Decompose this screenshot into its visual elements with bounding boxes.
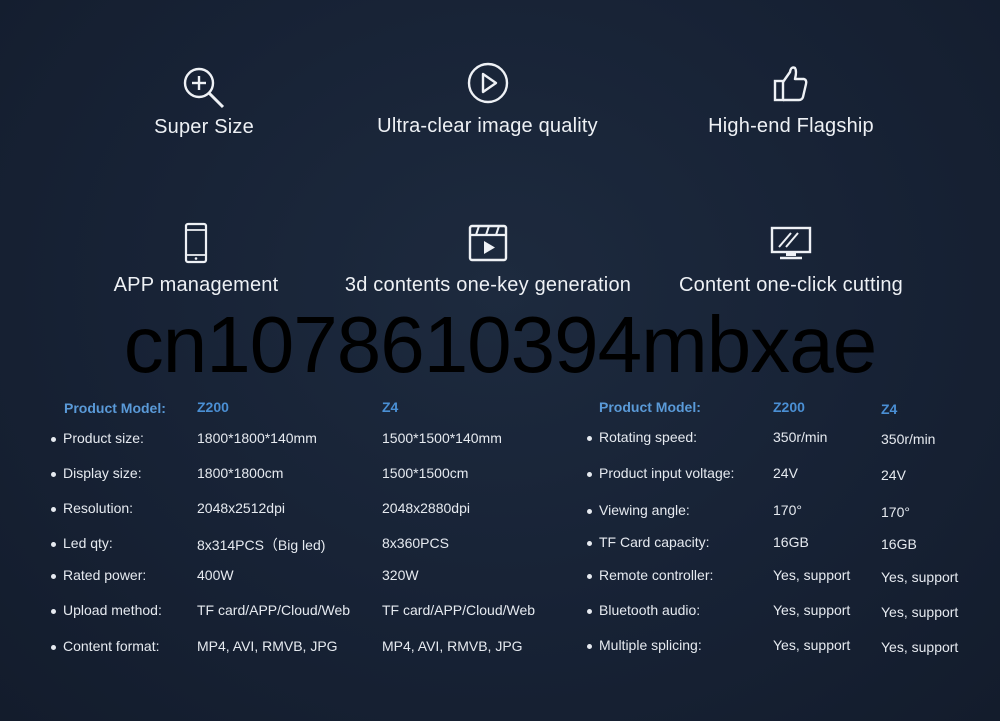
model-z4-header: Z4 xyxy=(382,399,399,415)
spec-key: Display size: xyxy=(63,465,142,481)
spec-value-z200: Yes, support xyxy=(773,637,851,653)
spec-value-z200: Yes, support xyxy=(773,567,851,583)
feature-label: High-end Flagship xyxy=(708,115,874,137)
spec-value-z4: 8x360PCS xyxy=(382,535,449,551)
spec-key: Multiple splicing: xyxy=(599,637,702,653)
spec-value-z4: 1500*1500cm xyxy=(382,465,469,481)
feature-image-quality: Ultra-clear image quality xyxy=(335,60,640,138)
zoom-in-icon xyxy=(183,67,225,109)
bullet xyxy=(51,574,56,579)
spec-value-z200: 8x314PCS（Big led) xyxy=(197,537,326,553)
spec-value-z4: 24V xyxy=(881,467,906,483)
feature-super-size: Super Size xyxy=(104,64,304,139)
model-z4-header: Z4 xyxy=(881,401,898,417)
product-model-label: Product Model: xyxy=(599,399,701,415)
thumbs-up-icon xyxy=(773,66,808,102)
watermark-text: cn1078610394mbxae xyxy=(123,300,878,389)
spec-key: Led qty: xyxy=(63,535,113,551)
spec-value-z200: TF card/APP/Cloud/Web xyxy=(197,602,351,618)
feature-content-cutting: Content one-click cutting xyxy=(660,222,922,297)
spec-key: Content format: xyxy=(63,638,160,654)
spec-key: Upload method: xyxy=(63,602,162,618)
feature-app-management: APP management xyxy=(80,222,312,297)
spec-value-z200: 400W xyxy=(197,567,234,583)
spec-value-z4: Yes, support xyxy=(881,569,959,585)
spec-value-z4: MP4, AVI, RMVB, JPG xyxy=(382,638,523,654)
spec-value-z200: 1800*1800*140mm xyxy=(197,430,317,446)
bullet xyxy=(587,436,592,441)
bullet xyxy=(51,542,56,547)
spec-key: Product size: xyxy=(63,430,144,446)
spec-key: Resolution: xyxy=(63,500,134,516)
spec-value-z4: TF card/APP/Cloud/Web xyxy=(382,602,536,618)
video-clip-icon xyxy=(468,224,508,262)
spec-value-z4: 350r/min xyxy=(881,431,936,447)
spec-value-z200: 2048x2512dpi xyxy=(197,500,285,516)
bullet xyxy=(587,541,592,546)
bullet xyxy=(587,609,592,614)
spec-key: TF Card capacity: xyxy=(599,534,710,550)
product-model-label: Product Model: xyxy=(64,400,166,416)
bullet xyxy=(51,609,56,614)
feature-label: Content one-click cutting xyxy=(678,274,903,296)
spec-value-z200: 1800*1800cm xyxy=(197,465,284,481)
spec-key: Rated power: xyxy=(63,567,147,583)
spec-value-z200: 16GB xyxy=(773,534,809,550)
feature-label: 3d contents one-key generation xyxy=(344,274,632,296)
spec-value-z200: 170° xyxy=(773,502,802,518)
spec-value-z4: 1500*1500*140mm xyxy=(382,430,502,446)
spec-value-z4: Yes, support xyxy=(881,639,959,655)
bullet xyxy=(587,574,592,579)
spec-value-z200: 350r/min xyxy=(773,429,828,445)
bullet xyxy=(587,509,592,514)
model-z200-header: Z200 xyxy=(773,399,805,415)
spec-value-z4: 16GB xyxy=(881,536,917,552)
spec-value-z4: 170° xyxy=(881,504,910,520)
bullet xyxy=(51,645,56,650)
play-circle-icon xyxy=(467,62,508,104)
bullet xyxy=(51,437,56,442)
spec-value-z4: Yes, support xyxy=(881,604,959,620)
spec-key: Product input voltage: xyxy=(599,465,735,481)
feature-label: Super Size xyxy=(154,116,254,138)
spec-value-z200: Yes, support xyxy=(773,602,851,618)
spec-value-z200: MP4, AVI, RMVB, JPG xyxy=(197,638,338,654)
spec-key: Viewing angle: xyxy=(599,502,690,518)
bullet xyxy=(51,472,56,477)
spec-value-z4: 2048x2880dpi xyxy=(382,500,470,516)
spec-value-z200: 24V xyxy=(773,465,798,481)
bullet xyxy=(587,472,592,477)
feature-label: Ultra-clear image quality xyxy=(377,115,598,137)
feature-label: APP management xyxy=(113,274,279,296)
spec-key: Remote controller: xyxy=(599,567,714,583)
bullet xyxy=(587,644,592,649)
feature-3d-generation: 3d contents one-key generation xyxy=(326,222,650,297)
spec-key: Bluetooth audio: xyxy=(599,602,701,618)
smartphone-icon xyxy=(184,222,208,264)
model-z200-header: Z200 xyxy=(197,399,229,415)
bullet xyxy=(51,507,56,512)
spec-value-z4: 320W xyxy=(382,567,419,583)
monitor-icon xyxy=(770,226,812,260)
spec-key: Rotating speed: xyxy=(599,429,698,445)
feature-flagship: High-end Flagship xyxy=(655,62,927,138)
